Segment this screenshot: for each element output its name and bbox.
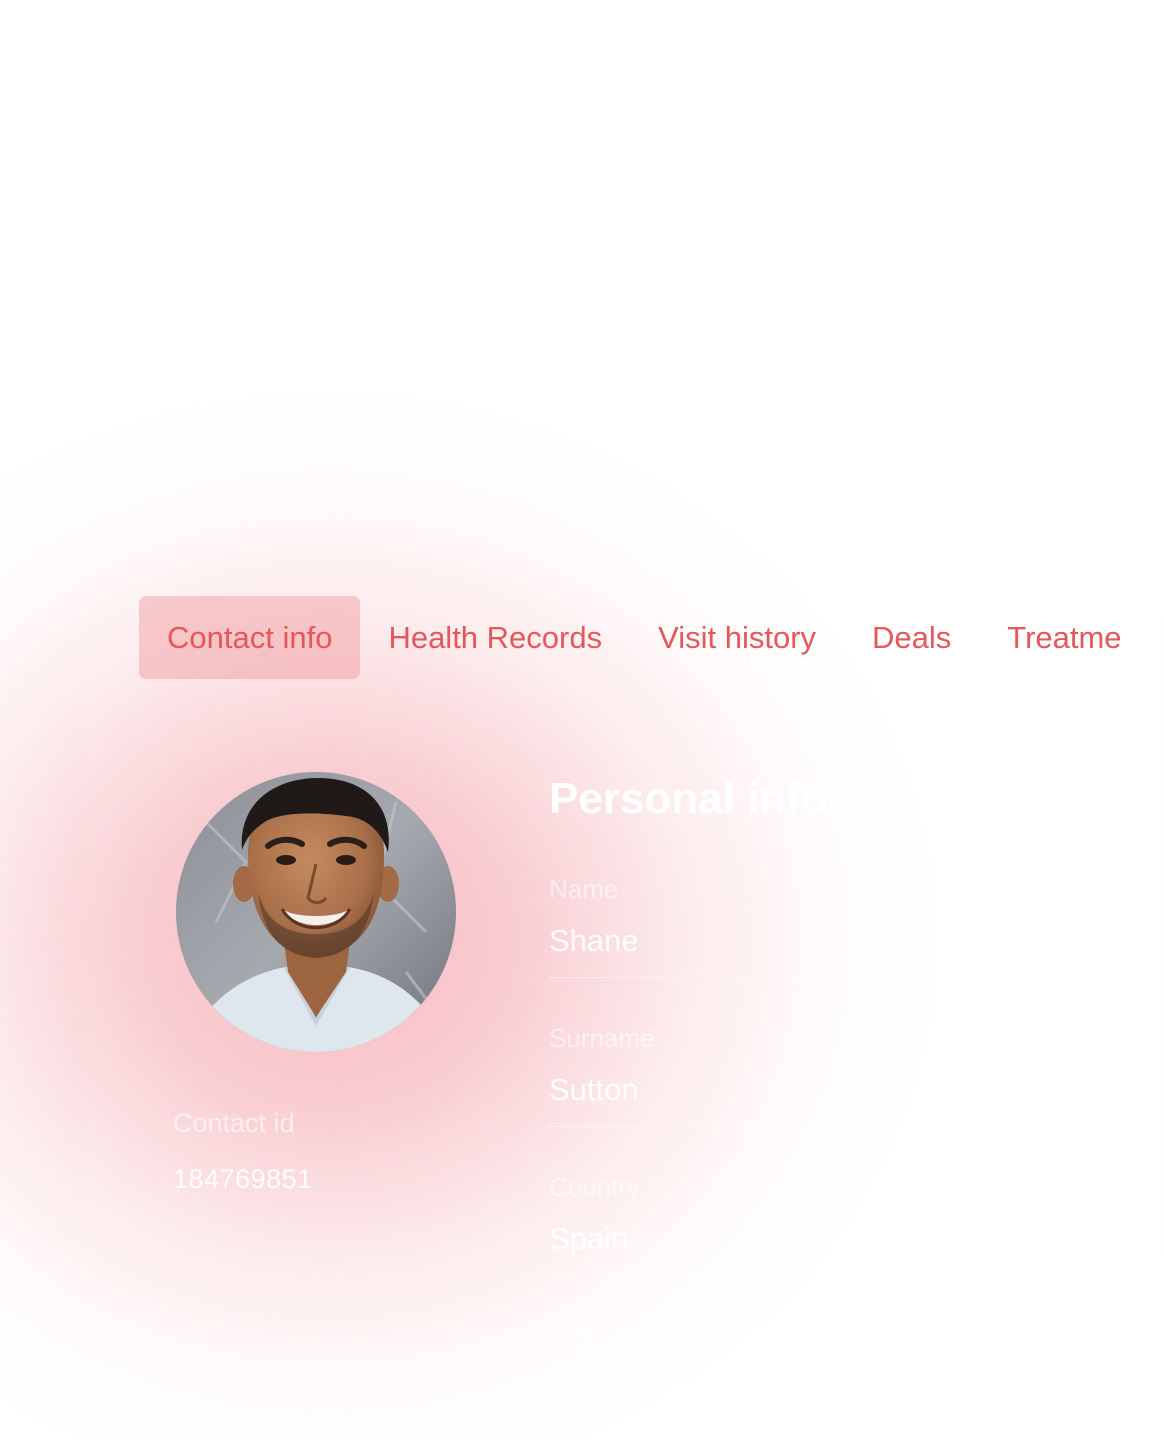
- field-city[interactable]: City Barcelona: [549, 1319, 1109, 1408]
- field-divider: [549, 1126, 889, 1127]
- contact-id-label: Contact id: [173, 1108, 295, 1138]
- contact-id-value: 184769851: [173, 1164, 313, 1194]
- field-value[interactable]: Shane: [549, 921, 1109, 961]
- tab-health-records[interactable]: Health Records: [360, 596, 630, 679]
- tab-treatments[interactable]: Treatme: [979, 596, 1149, 679]
- field-label: City: [549, 1321, 594, 1351]
- field-divider: [549, 977, 889, 978]
- field-value[interactable]: Spain: [549, 1219, 1109, 1259]
- field-divider: [549, 1275, 889, 1276]
- field-value[interactable]: Sutton: [549, 1070, 1109, 1110]
- avatar: [176, 772, 456, 1052]
- tab-contact-info[interactable]: Contact info: [139, 596, 361, 679]
- field-country[interactable]: Country Spain: [549, 1170, 1109, 1276]
- field-surname[interactable]: Surname Sutton: [549, 1021, 1109, 1127]
- field-label: Surname: [549, 1023, 655, 1053]
- tab-bar: Contact info Health Records Visit histor…: [139, 596, 1150, 679]
- field-value[interactable]: Barcelona: [549, 1368, 1109, 1408]
- section-title: Personal information: [549, 774, 990, 823]
- tab-visit-history[interactable]: Visit history: [630, 596, 844, 679]
- tab-deals[interactable]: Deals: [844, 596, 979, 679]
- field-label: Country: [549, 1172, 641, 1202]
- field-name[interactable]: Name Shane: [549, 872, 1109, 978]
- field-label: Name: [549, 874, 619, 904]
- profile-photo-icon: [176, 772, 456, 1052]
